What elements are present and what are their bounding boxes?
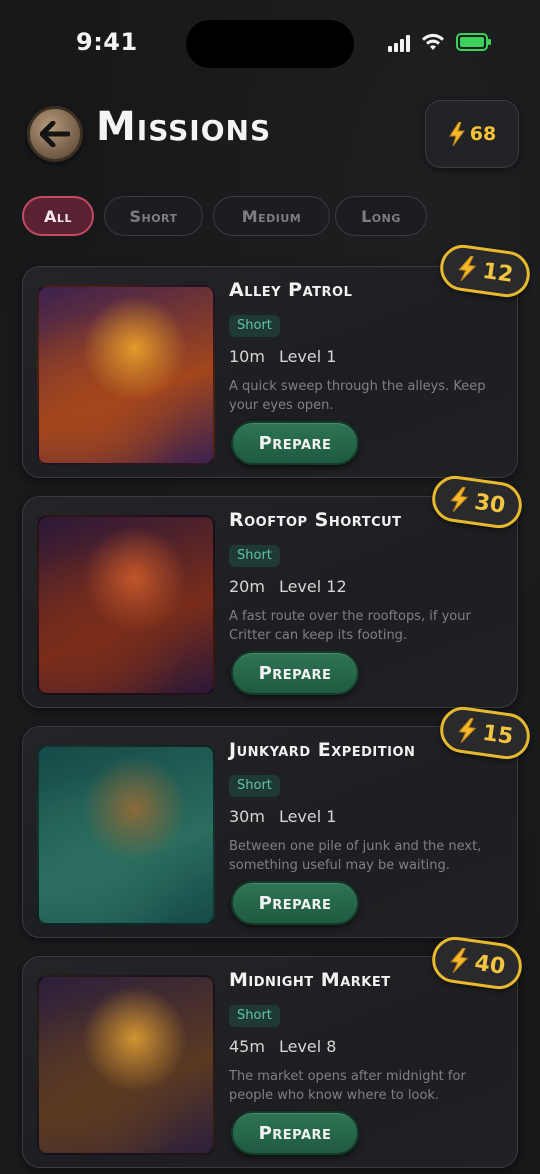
mission-image <box>37 285 215 465</box>
page-title: Missions <box>96 104 272 150</box>
signal-icon <box>388 34 414 52</box>
mission-card[interactable]: Alley Patrol Short 10m Level 1 A quick sweep… <box>22 266 518 478</box>
arrow-left-icon <box>40 121 70 147</box>
mission-level: Level 1 <box>278 347 337 366</box>
reward-value: 40 <box>472 950 507 980</box>
energy-counter[interactable]: 68 <box>425 100 519 168</box>
tab-long[interactable]: Long <box>335 196 427 236</box>
mission-title: Alley Patrol <box>229 279 353 301</box>
prepare-button[interactable]: Prepare <box>231 651 359 695</box>
mission-image <box>37 515 215 695</box>
back-button[interactable] <box>27 106 83 162</box>
mission-description: Between one pile of junk and the next, s… <box>229 839 482 873</box>
lightning-bolt-icon <box>449 486 468 513</box>
lightning-bolt-icon <box>449 947 468 974</box>
prepare-button[interactable]: Prepare <box>231 881 359 925</box>
mission-meta: 45m Level 8 <box>229 1037 336 1056</box>
mission-image <box>37 745 215 925</box>
tab-all[interactable]: All <box>22 196 94 236</box>
dynamic-island <box>186 20 354 68</box>
lightning-bolt-icon <box>448 122 465 146</box>
mission-card[interactable]: Rooftop Shortcut Short 20m Level 12 A fast r… <box>22 496 518 708</box>
mission-title: Junkyard Expedition <box>229 739 416 761</box>
mission-time: 10m <box>229 347 265 366</box>
mission-title: Midnight Market <box>229 969 391 991</box>
lightning-bolt-icon <box>457 717 476 744</box>
mission-card[interactable]: Junkyard Expedition Short 30m Level 1 Betwee… <box>22 726 518 938</box>
reward-value: 30 <box>472 489 507 519</box>
tab-medium[interactable]: Medium <box>213 196 330 236</box>
mission-time: 20m <box>229 577 265 596</box>
duration-badge: Short <box>229 545 280 567</box>
mission-description: A fast route over the rooftops, if your … <box>229 609 471 643</box>
prepare-button[interactable]: Prepare <box>231 421 359 465</box>
mission-image <box>37 975 215 1155</box>
duration-badge: Short <box>229 315 280 337</box>
reward-value: 12 <box>480 258 515 288</box>
mission-description: A quick sweep through the alleys. Keep y… <box>229 379 486 413</box>
status-time: 9:41 <box>76 28 138 56</box>
reward-value: 15 <box>480 720 515 750</box>
prepare-button[interactable]: Prepare <box>231 1111 359 1155</box>
mission-level: Level 8 <box>278 1037 337 1056</box>
mission-level: Level 1 <box>278 807 337 826</box>
mission-card[interactable]: Midnight Market Short 45m Level 8 The market… <box>22 956 518 1168</box>
mission-time: 45m <box>229 1037 265 1056</box>
mission-meta: 30m Level 1 <box>229 807 336 826</box>
mission-meta: 20m Level 12 <box>229 577 347 596</box>
duration-badge: Short <box>229 775 280 797</box>
mission-level: Level 12 <box>278 577 347 596</box>
duration-badge: Short <box>229 1005 280 1027</box>
tab-short[interactable]: Short <box>104 196 203 236</box>
mission-title: Rooftop Shortcut <box>229 509 402 531</box>
mission-time: 30m <box>229 807 265 826</box>
battery-icon <box>456 33 491 51</box>
mission-meta: 10m Level 1 <box>229 347 336 366</box>
energy-value: 68 <box>469 123 497 145</box>
lightning-bolt-icon <box>457 255 476 282</box>
wifi-icon <box>422 33 444 50</box>
status-bar: 9:41 <box>0 0 540 90</box>
mission-description: The market opens after midnight for peop… <box>229 1069 466 1103</box>
